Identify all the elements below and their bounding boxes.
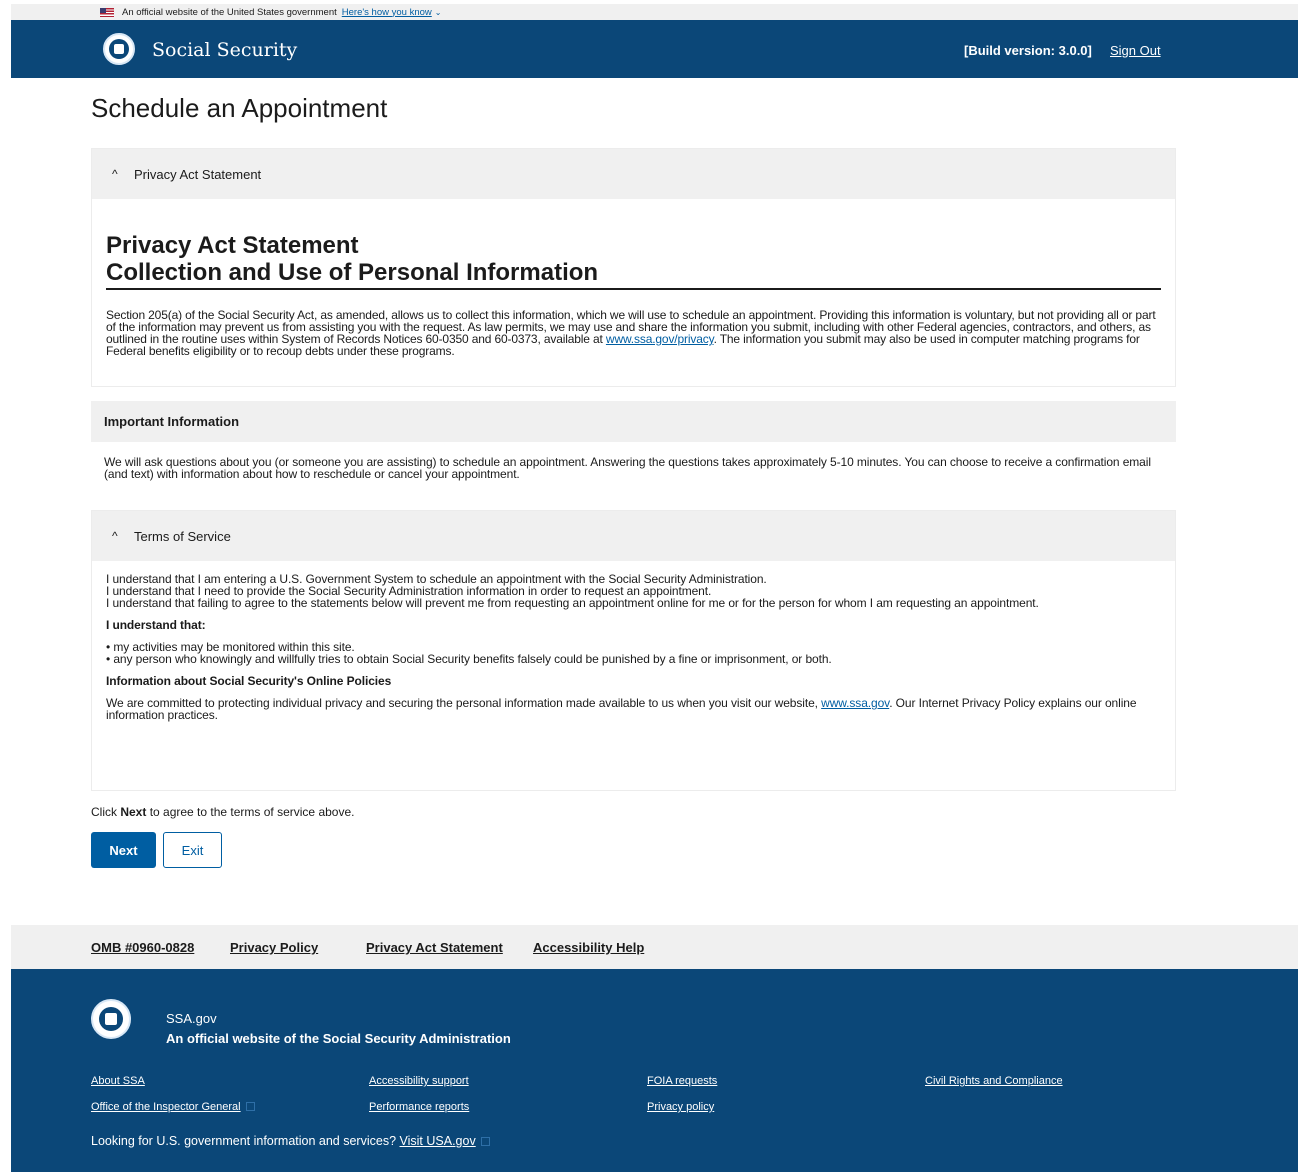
- accessibility-help-link[interactable]: Accessibility Help: [533, 940, 644, 955]
- privacy-act-statement-link[interactable]: Privacy Act Statement: [366, 940, 503, 955]
- ssa-gov-link[interactable]: www.ssa.gov: [821, 696, 889, 710]
- privacy-act-toggle[interactable]: ^ Privacy Act Statement: [92, 149, 1175, 199]
- ssa-seal-icon: [103, 33, 135, 65]
- footer-site-name: SSA.gov: [166, 1011, 217, 1026]
- visit-usa-gov-link[interactable]: Visit USA.gov: [400, 1134, 476, 1148]
- important-info-text: We will ask questions about you (or some…: [104, 455, 1151, 481]
- terms-toggle[interactable]: ^ Terms of Service: [92, 511, 1175, 561]
- chevron-down-icon: ⌄: [434, 7, 442, 17]
- gov-banner: An official website of the United States…: [11, 4, 1298, 20]
- accessibility-support-link[interactable]: Accessibility support: [369, 1075, 469, 1087]
- about-ssa-link[interactable]: About SSA: [91, 1075, 145, 1087]
- site-name[interactable]: Social Security: [152, 39, 297, 61]
- page-title: Schedule an Appointment: [91, 93, 388, 123]
- chevron-up-icon: ^: [112, 167, 118, 181]
- ssa-seal-icon: [91, 999, 131, 1039]
- privacy-policy-link[interactable]: Privacy Policy: [230, 940, 318, 955]
- exit-button[interactable]: Exit: [163, 832, 222, 868]
- footer-privacy-policy-link[interactable]: Privacy policy: [647, 1101, 714, 1113]
- external-link-icon: [245, 1102, 255, 1111]
- omb-link[interactable]: OMB #0960-0828: [91, 940, 194, 955]
- civil-rights-link[interactable]: Civil Rights and Compliance: [925, 1075, 1063, 1087]
- external-link-icon: [480, 1137, 490, 1146]
- sign-out-link[interactable]: Sign Out: [1110, 43, 1161, 58]
- build-version: [Build version: 3.0.0]: [964, 43, 1092, 58]
- site-footer: SSA.gov An official website of the Socia…: [11, 969, 1298, 1172]
- foia-link[interactable]: FOIA requests: [647, 1075, 717, 1087]
- privacy-act-toggle-label: Privacy Act Statement: [134, 166, 262, 182]
- chevron-up-icon: ^: [112, 529, 118, 543]
- policies-heading: Information about Social Security's Onli…: [106, 674, 392, 688]
- oig-link[interactable]: Office of the Inspector General: [91, 1101, 255, 1113]
- privacy-act-panel: ^ Privacy Act Statement Privacy Act Stat…: [91, 148, 1176, 387]
- gov-banner-text: An official website of the United States…: [122, 6, 337, 18]
- important-info-heading: Important Information: [91, 401, 1176, 442]
- site-header: Social Security [Build version: 3.0.0] S…: [11, 20, 1298, 78]
- terms-line-3: I understand that failing to agree to th…: [106, 596, 1039, 610]
- footer-links-bar: OMB #0960-0828 Privacy Policy Privacy Ac…: [11, 925, 1298, 969]
- privacy-text: Section 205(a) of the Social Security Ac…: [106, 308, 1156, 358]
- performance-reports-link[interactable]: Performance reports: [369, 1101, 469, 1113]
- terms-toggle-label: Terms of Service: [134, 528, 231, 544]
- privacy-heading: Privacy Act Statement Collection and Use…: [106, 232, 1161, 290]
- usa-gov-prompt: Looking for U.S. government information …: [91, 1134, 490, 1148]
- next-button[interactable]: Next: [91, 832, 156, 868]
- policies-text: We are committed to protecting individua…: [106, 696, 1137, 722]
- terms-bullet-2: • any person who knowingly and willfully…: [106, 652, 832, 666]
- footer-official-text: An official website of the Social Securi…: [166, 1031, 511, 1046]
- terms-of-service-panel: ^ Terms of Service I understand that I a…: [91, 510, 1176, 791]
- ssa-privacy-link[interactable]: www.ssa.gov/privacy: [606, 332, 714, 346]
- understand-heading: I understand that:: [106, 618, 206, 632]
- important-info-panel: Important Information We will ask questi…: [91, 401, 1176, 511]
- heres-how-you-know-link[interactable]: Here's how you know ⌄: [342, 7, 442, 18]
- us-flag-icon: [100, 7, 114, 17]
- agree-instruction: Click Next to agree to the terms of serv…: [91, 805, 355, 819]
